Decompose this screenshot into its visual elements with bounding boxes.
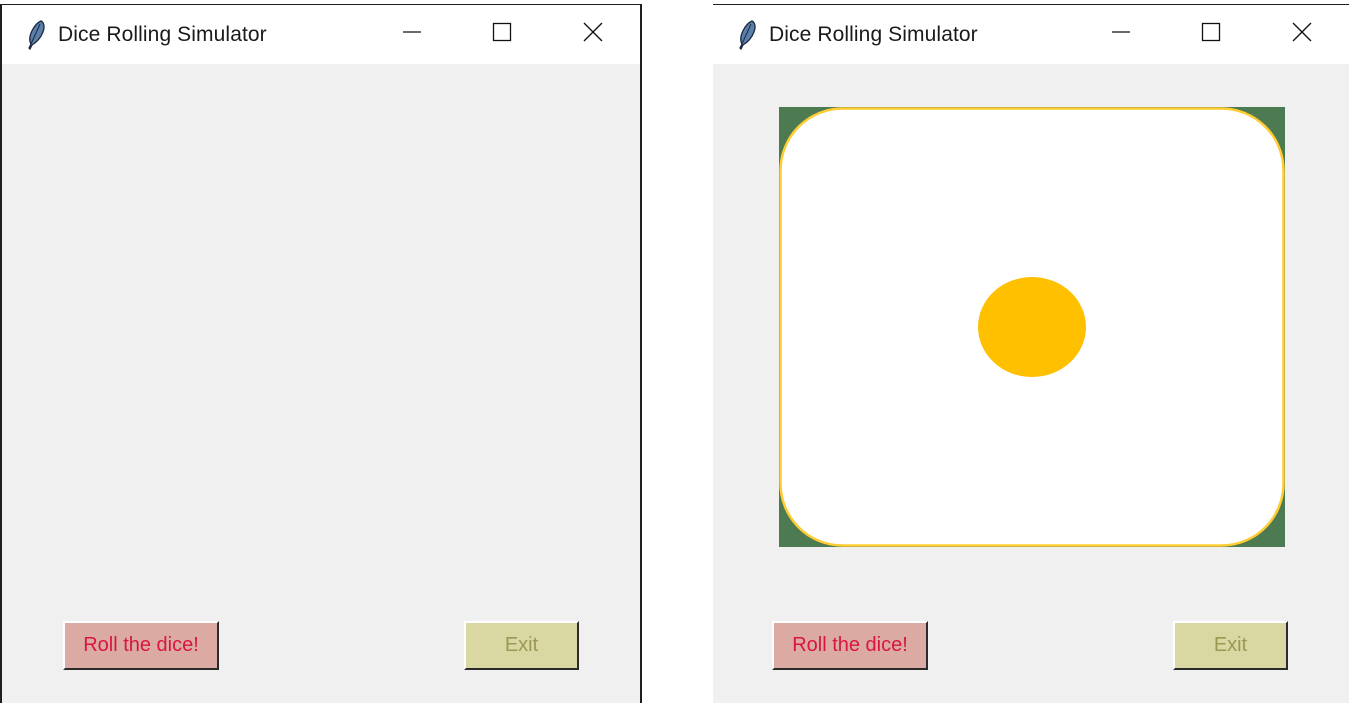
window-title: Dice Rolling Simulator: [769, 23, 978, 46]
close-button[interactable]: [1256, 5, 1348, 64]
window-titlebar[interactable]: Dice Rolling Simulator: [2, 5, 640, 64]
window-client-area: Roll the dice! Exit: [2, 64, 640, 703]
minimize-button[interactable]: [366, 5, 458, 64]
maximize-icon: [492, 22, 512, 47]
minimize-icon: [1111, 22, 1131, 47]
window-title: Dice Rolling Simulator: [58, 23, 267, 46]
exit-button[interactable]: Exit: [464, 621, 579, 670]
window-titlebar[interactable]: Dice Rolling Simulator: [713, 5, 1349, 64]
window-client-area: Roll the dice! Exit: [713, 64, 1349, 703]
feather-icon: [24, 19, 48, 51]
feather-icon: [735, 19, 759, 51]
minimize-icon: [402, 22, 422, 47]
minimize-button[interactable]: [1075, 5, 1167, 64]
roll-dice-button[interactable]: Roll the dice!: [772, 621, 928, 670]
close-button[interactable]: [547, 5, 639, 64]
exit-button[interactable]: Exit: [1173, 621, 1288, 670]
screenshot-stage: Dice Rolling Simulator Roll the dice! Ex…: [0, 0, 1349, 703]
dice-window-before-roll: Dice Rolling Simulator Roll the dice! Ex…: [0, 4, 642, 703]
roll-dice-button[interactable]: Roll the dice!: [63, 621, 219, 670]
die-pips: [978, 277, 1086, 377]
maximize-button[interactable]: [456, 5, 548, 64]
maximize-button[interactable]: [1165, 5, 1257, 64]
die-image: [779, 107, 1285, 547]
maximize-icon: [1201, 22, 1221, 47]
close-icon: [583, 22, 603, 47]
close-icon: [1292, 22, 1312, 47]
die-pip: [978, 277, 1086, 377]
dice-window-after-roll: Dice Rolling Simulator Roll the dice! Ex…: [713, 4, 1349, 703]
